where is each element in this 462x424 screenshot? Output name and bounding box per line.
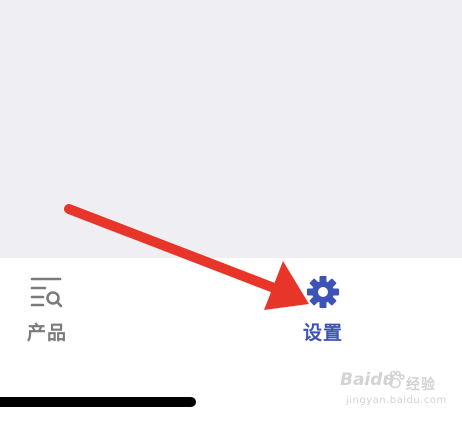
tab-settings[interactable]: 设置 xyxy=(268,258,378,358)
bottom-tab-bar: 产品 设置 xyxy=(0,258,462,358)
tab-products-label: 产品 xyxy=(26,322,67,344)
paw-icon xyxy=(386,370,405,389)
gear-icon xyxy=(307,276,339,308)
tab-settings-label: 设置 xyxy=(302,322,343,344)
tab-products[interactable]: 产品 xyxy=(0,258,102,358)
watermark-url: jingyan.baidu.com xyxy=(346,395,447,406)
baidu-watermark: Baidu 经验 jingyan.baidu.com xyxy=(340,370,450,414)
product-search-list-icon xyxy=(30,277,63,308)
watermark-suffix: 经验 xyxy=(406,377,436,393)
home-indicator[interactable] xyxy=(0,397,196,407)
content-area xyxy=(0,0,462,258)
